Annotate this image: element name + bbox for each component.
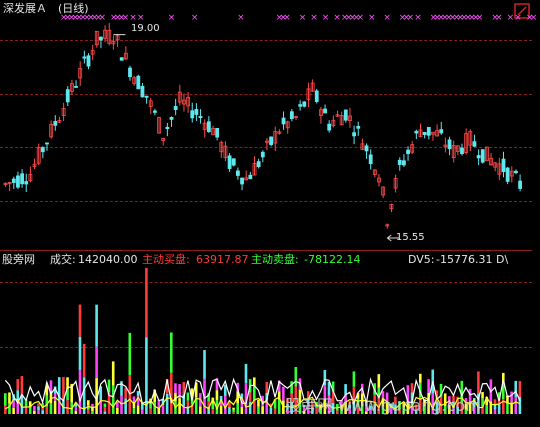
volume-bar — [140, 409, 144, 414]
volume-bar — [45, 406, 49, 414]
volume-bar — [78, 304, 82, 337]
watermark: 股旁网 www.gupang.com — [285, 396, 481, 415]
volume-bar — [257, 406, 260, 414]
volume-bar — [41, 410, 44, 414]
volume-bar — [219, 406, 223, 414]
volume-bar — [149, 403, 152, 409]
volume-bar — [91, 403, 94, 407]
volume-bar — [344, 384, 347, 395]
volume-bar — [103, 403, 107, 408]
volume-bar — [132, 396, 136, 402]
volume-bar — [4, 393, 7, 406]
volume-bar — [74, 406, 78, 411]
volume-bar — [510, 391, 513, 403]
volume-bar — [49, 380, 53, 392]
volume-bar — [145, 267, 148, 338]
volume-bar — [518, 381, 522, 397]
volume-bar — [66, 400, 69, 414]
volume-bar — [253, 385, 256, 400]
volume-bar — [149, 408, 152, 414]
volume-bar — [261, 406, 264, 414]
volume-bar — [8, 392, 11, 404]
volume-chart — [4, 267, 522, 414]
volume-bar — [485, 405, 488, 414]
volume-bar — [37, 410, 40, 414]
volume-bar — [186, 400, 190, 407]
volume-bar — [120, 381, 123, 396]
volume-bar — [199, 406, 202, 414]
volume-bar — [419, 373, 422, 383]
volume-bar — [294, 366, 298, 387]
volume-bar — [265, 381, 269, 393]
volume-bar — [87, 400, 90, 406]
stock-chart-window: 深发展Ａ (日线) × × × × × × × × × × × × × × × × × × × × × × × × × × × × × ×… — [0, 0, 540, 427]
volume-bar — [497, 404, 501, 414]
volume-bar — [16, 379, 20, 391]
volume-bar — [49, 403, 53, 414]
volume-bar — [410, 383, 414, 393]
volume-bar — [33, 406, 36, 411]
volume-bar — [161, 405, 165, 414]
volume-bar — [211, 409, 215, 414]
volume-bar — [4, 405, 7, 414]
volume-bar — [116, 407, 119, 414]
volume-bar — [103, 407, 107, 412]
volume-bar — [37, 406, 40, 411]
volume-bar — [120, 395, 123, 414]
volume-bar — [124, 398, 127, 414]
volume-bar — [477, 371, 480, 394]
volume-bar — [269, 407, 273, 414]
volume-bar — [232, 409, 235, 413]
volume-bar — [33, 410, 36, 414]
volume-bar — [253, 377, 256, 386]
volume-bar — [481, 392, 484, 399]
volume-bar — [215, 390, 219, 400]
volume-bar — [136, 405, 140, 414]
volume-bar — [427, 379, 430, 393]
volume-bar — [506, 403, 509, 414]
volume-bar — [124, 387, 127, 399]
volume-bar — [514, 397, 518, 414]
volume-bar — [377, 374, 381, 388]
volume-bar — [136, 391, 140, 397]
volume-bar — [174, 383, 177, 394]
volume-bar — [257, 399, 260, 407]
volume-bar — [236, 403, 239, 414]
volume-bar — [87, 409, 90, 414]
volume-bar — [78, 336, 82, 371]
volume-bar — [20, 376, 24, 395]
volume-bar — [111, 385, 115, 414]
volume-bar — [103, 411, 107, 414]
volume-bar — [111, 361, 115, 386]
volume-bar — [232, 407, 235, 410]
volume-bar — [232, 412, 235, 414]
volume-bar — [493, 409, 497, 414]
volume-bar — [37, 403, 40, 407]
volume-bar — [244, 363, 248, 384]
volume-bar — [240, 406, 244, 414]
volume-bar — [82, 343, 86, 378]
volume-bar — [211, 402, 215, 410]
volume-bar — [95, 304, 98, 347]
volume-bar — [228, 407, 231, 414]
volume-bar — [186, 392, 190, 401]
volume-bar — [493, 399, 497, 405]
volume-bar — [53, 400, 57, 414]
volume-bar — [74, 410, 78, 414]
volume-bar — [273, 408, 277, 414]
volume-bar — [170, 372, 173, 414]
volume-bar — [178, 398, 181, 414]
volume-bar — [128, 332, 132, 376]
volume-bar — [352, 371, 356, 387]
volume-bar — [12, 407, 15, 414]
volume-bar — [165, 393, 169, 414]
volume-bar — [277, 399, 281, 414]
volume-bar — [91, 411, 94, 414]
volume-bar — [132, 408, 136, 414]
volume-bar — [95, 346, 98, 379]
volume-bar — [170, 332, 173, 373]
volume-bar — [248, 392, 252, 402]
volume-bar — [28, 407, 32, 414]
volume-bar — [203, 350, 206, 379]
